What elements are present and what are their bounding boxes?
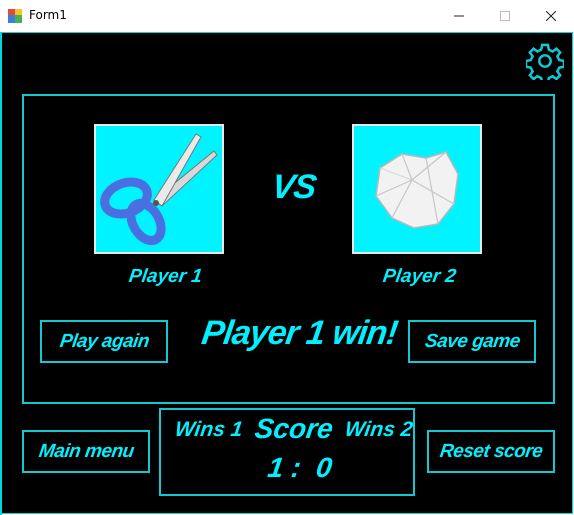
play-again-label: Play again [58, 330, 151, 352]
main-menu-label: Main menu [37, 440, 135, 462]
maximize-icon [500, 11, 510, 21]
window-title: Form1 [29, 8, 67, 22]
close-icon [546, 11, 556, 21]
save-game-label: Save game [423, 330, 521, 352]
result-text: Player 1 win! [199, 314, 400, 352]
player2-choice-image [352, 124, 482, 254]
player2-label: Player 2 [381, 266, 458, 287]
minimize-button[interactable] [436, 0, 482, 32]
player1-choice-image [94, 124, 224, 254]
scissors-icon [100, 133, 218, 245]
crumpled-paper-icon [375, 151, 459, 229]
main-menu-button[interactable]: Main menu [22, 430, 150, 473]
maximize-button[interactable] [482, 0, 528, 32]
wins1-label: Wins 1 [173, 418, 245, 441]
reset-score-label: Reset score [438, 440, 544, 462]
minimize-icon [454, 15, 464, 17]
save-game-button[interactable]: Save game [408, 320, 536, 363]
score-title: Score [252, 413, 336, 444]
close-button[interactable] [528, 0, 574, 32]
window-edge [0, 32, 2, 515]
app-form-icon [8, 9, 22, 23]
gear-icon[interactable] [526, 42, 564, 80]
play-again-button[interactable]: Play again [40, 320, 168, 363]
title-bar: Form1 [0, 0, 574, 32]
score-tally: 1 : 0 [265, 452, 335, 483]
player1-label: Player 1 [127, 266, 204, 287]
wins2-label: Wins 2 [343, 418, 415, 441]
reset-score-button[interactable]: Reset score [427, 430, 555, 473]
vs-label: VS [269, 168, 319, 206]
